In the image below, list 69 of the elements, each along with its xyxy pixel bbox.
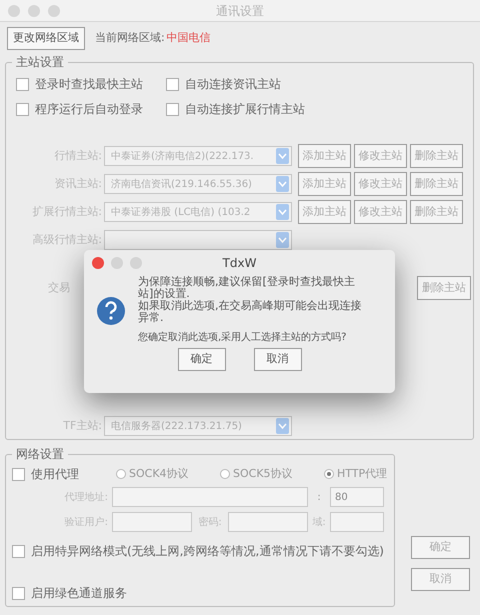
checkbox-label: 启用绿色通道服务	[31, 585, 127, 602]
checkbox[interactable]	[166, 102, 179, 116]
server-select[interactable]: 济南电信资讯(219.146.55.36)	[104, 174, 292, 194]
server-select[interactable]: 电信服务器(222.173.21.75)	[104, 416, 292, 436]
window-control-icon[interactable]	[8, 4, 20, 16]
region-label: 当前网络区域:	[95, 30, 165, 46]
ok-button[interactable]: 确定	[178, 348, 226, 371]
window-control-icon[interactable]	[28, 4, 40, 16]
dialog-message: 您确定取消此选项,采用人工选择主站的方式吗?	[138, 332, 348, 344]
checkbox[interactable]	[166, 78, 179, 90]
select-value: 电信服务器(222.173.21.75)	[111, 420, 242, 434]
checkbox-label: 使用代理	[31, 466, 79, 483]
server-select[interactable]	[104, 230, 292, 250]
edit-server-button[interactable]: 修改主站	[354, 144, 407, 168]
checkbox-label: 自动连接资讯主站	[185, 76, 281, 93]
chevron-down-icon	[276, 204, 289, 220]
checkbox[interactable]	[12, 468, 25, 480]
chevron-down-icon	[276, 232, 289, 248]
radio-label: HTTP代理	[337, 466, 388, 482]
cancel-button[interactable]: 取消	[254, 348, 302, 371]
change-region-button[interactable]: 更改网络区域	[7, 27, 85, 50]
input-field[interactable]: 80	[330, 487, 384, 507]
server-select[interactable]: 中泰证券港股 (LC电信) (103.2	[104, 202, 292, 222]
chevron-down-icon	[276, 418, 289, 434]
ok-button[interactable]: 确定	[411, 536, 470, 559]
checkbox[interactable]	[16, 78, 29, 90]
dialog-message: 如果取消此选项,在交易高峰期可能会出现连接异常.	[138, 300, 362, 324]
input-field[interactable]	[112, 487, 308, 507]
checkbox-label: 启用特异网络模式(无线上网,跨网络等情况,通常情况下请不要勾选)	[31, 543, 384, 560]
checkbox-label: 程序运行后自动登录	[35, 101, 143, 118]
window-control-icon[interactable]	[92, 257, 104, 269]
radio-button[interactable]	[116, 469, 126, 479]
window-control-icon[interactable]	[48, 4, 60, 16]
select-value: 济南电信资讯(219.146.55.36)	[111, 178, 252, 192]
group-title: 网络设置	[12, 446, 68, 462]
radio-label: SOCK5协议	[233, 466, 293, 482]
add-server-button[interactable]: 添加主站	[298, 144, 351, 168]
question-icon	[96, 296, 126, 326]
delete-server-button[interactable]: 删除主站	[410, 172, 463, 196]
radio-button[interactable]	[220, 469, 230, 479]
input-field[interactable]	[330, 512, 384, 532]
edit-server-button[interactable]: 修改主站	[354, 200, 407, 224]
delete-server-button[interactable]: 删除主站	[417, 276, 471, 300]
edit-server-button[interactable]: 修改主站	[354, 172, 407, 196]
select-value: 中泰证券港股 (LC电信) (103.2	[111, 206, 250, 220]
checkbox[interactable]	[12, 586, 25, 600]
colon-separator: :	[316, 490, 322, 504]
cancel-button[interactable]: 取消	[411, 568, 470, 591]
delete-server-button[interactable]: 删除主站	[410, 144, 463, 168]
chevron-down-icon	[276, 148, 289, 164]
add-server-button[interactable]: 添加主站	[298, 200, 351, 224]
radio-button[interactable]	[324, 469, 334, 479]
window-title: 通讯设置	[216, 2, 264, 20]
select-value: 中泰证券(济南电信2)(222.173.	[111, 150, 254, 164]
checkbox[interactable]	[16, 102, 29, 116]
server-select[interactable]: 中泰证券(济南电信2)(222.173.	[104, 146, 292, 166]
input-field[interactable]	[228, 512, 308, 532]
checkbox[interactable]	[12, 544, 25, 558]
radio-label: SOCK4协议	[129, 466, 189, 482]
add-server-button[interactable]: 添加主站	[298, 172, 351, 196]
checkbox-label: 登录时查找最快主站	[35, 76, 143, 93]
dialog-message: 为保障连接顺畅,建议保留[登录时查找最快主站]的设置.	[138, 276, 355, 300]
group-title: 主站设置	[12, 54, 68, 70]
chevron-down-icon	[276, 176, 289, 192]
input-field[interactable]	[112, 512, 192, 532]
dialog-title: TdxW	[222, 255, 256, 272]
region-value: 中国电信	[166, 30, 211, 46]
delete-server-button[interactable]: 删除主站	[410, 200, 463, 224]
checkbox-label: 自动连接扩展行情主站	[185, 101, 305, 118]
